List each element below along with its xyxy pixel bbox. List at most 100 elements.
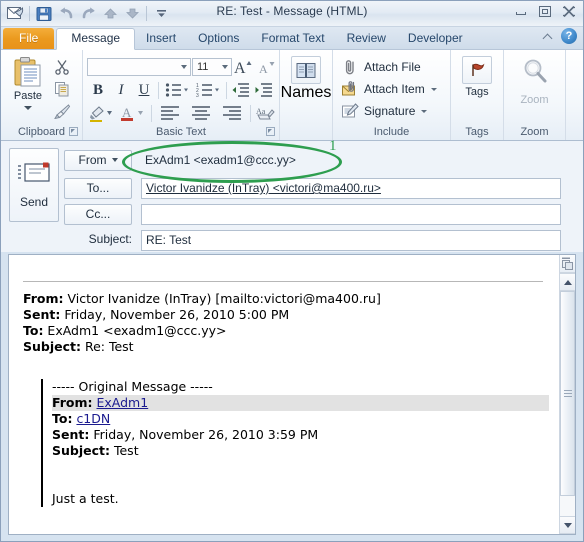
ribbon-group-clipboard: Paste Clipboard <box>1 50 82 140</box>
attach-item-icon <box>341 80 359 98</box>
clipboard-dialog-launcher-icon[interactable] <box>69 127 78 136</box>
signature-label: Signature <box>364 104 416 118</box>
tab-insert[interactable]: Insert <box>135 28 187 49</box>
align-left-button[interactable] <box>155 103 185 123</box>
italic-button[interactable]: I <box>110 80 132 100</box>
align-center-button[interactable] <box>186 103 216 123</box>
attach-item-caret-icon[interactable] <box>430 87 437 91</box>
clipboard-group-label: Clipboard <box>1 125 82 140</box>
quote-from-link[interactable]: ExAdm1 <box>97 395 149 410</box>
quote-to-link[interactable]: c1DN <box>76 411 110 426</box>
message-body-text[interactable]: From: Victor Ivanidze (InTray) [mailto:v… <box>9 255 559 534</box>
cc-button[interactable]: Cc... <box>64 203 132 225</box>
from-button[interactable]: From <box>64 149 132 171</box>
underline-button[interactable]: U <box>133 80 155 100</box>
reply-header-from: From: Victor Ivanidze (InTray) [mailto:v… <box>23 291 549 307</box>
to-row: To... Victor Ivanidze (InTray) <victori@… <box>64 177 561 199</box>
help-icon[interactable]: ? <box>561 28 577 44</box>
include-group-label: Include <box>333 125 450 140</box>
quote-sent-label: Sent: <box>52 427 90 442</box>
from-value[interactable]: ExAdm1 <exadm1@ccc.yy> <box>141 150 561 171</box>
attach-item-button[interactable]: Attach Item <box>337 78 441 100</box>
send-button[interactable]: Send <box>9 148 59 222</box>
zoom-label: Zoom <box>520 94 549 106</box>
format-painter-button[interactable] <box>51 101 73 121</box>
font-name-caret-icon[interactable] <box>181 65 187 69</box>
scroll-up-button[interactable] <box>560 273 575 291</box>
minimize-button[interactable] <box>513 5 529 18</box>
paste-label: Paste <box>13 90 43 102</box>
quote-blank-line-2 <box>52 475 549 491</box>
names-group-label <box>280 125 332 140</box>
names-button[interactable]: Names <box>280 54 332 102</box>
zoom-button[interactable]: Zoom <box>508 54 561 106</box>
from-row: From ExAdm1 <exadm1@ccc.yy> <box>64 149 561 171</box>
reply-header-to-label: To: <box>23 323 44 338</box>
scroll-down-button[interactable] <box>560 516 575 534</box>
svg-text:A: A <box>259 62 268 76</box>
font-name-combo[interactable] <box>87 58 191 76</box>
reply-header-subject-value: Re: Test <box>81 339 134 354</box>
paste-dropdown-caret-icon[interactable] <box>24 106 32 110</box>
clear-formatting-button[interactable]: Aa <box>254 103 276 123</box>
tab-developer[interactable]: Developer <box>397 28 474 49</box>
names-label: Names <box>280 84 332 101</box>
tab-options[interactable]: Options <box>187 28 250 49</box>
copy-button[interactable] <box>51 79 73 99</box>
subject-label: Subject: <box>88 232 132 246</box>
basic-text-sep-3 <box>151 104 152 122</box>
tags-button[interactable]: Tags <box>455 54 499 98</box>
subject-field[interactable]: RE: Test <box>141 229 561 251</box>
to-label: To... <box>86 181 110 195</box>
attach-file-button[interactable]: Attach File <box>337 56 441 78</box>
scissors-icon <box>55 60 69 75</box>
compose-header: Send From ExAdm1 <exadm1@ccc.yy> To... V… <box>1 141 583 252</box>
scroll-up-arrow-icon <box>563 279 572 285</box>
svg-text:3: 3 <box>196 93 199 98</box>
signature-button[interactable]: Signature <box>337 100 441 122</box>
chevron-up-icon[interactable] <box>542 30 554 42</box>
cut-button[interactable] <box>51 57 73 77</box>
address-book-icon <box>291 56 321 84</box>
paperclip-icon <box>341 58 359 76</box>
tab-message[interactable]: Message <box>56 28 136 50</box>
scroll-thumb[interactable] <box>560 291 575 496</box>
bullets-button[interactable] <box>162 80 192 100</box>
tab-file[interactable]: File <box>3 28 55 49</box>
close-button[interactable] <box>561 5 577 18</box>
window-controls <box>513 5 577 18</box>
maximize-button[interactable] <box>537 5 553 18</box>
decrease-indent-button[interactable] <box>230 80 252 100</box>
font-size-combo[interactable]: 11 <box>192 58 232 76</box>
cc-row: Cc... <box>64 203 561 225</box>
signature-caret-icon[interactable] <box>421 109 428 113</box>
basic-text-sep-1 <box>158 81 159 99</box>
from-caret-icon[interactable] <box>111 158 118 162</box>
paste-button[interactable]: Paste <box>5 54 51 110</box>
tab-format-text[interactable]: Format Text <box>250 28 335 49</box>
message-body-area: From: Victor Ivanidze (InTray) [mailto:v… <box>8 254 576 535</box>
tab-review[interactable]: Review <box>336 28 397 49</box>
basic-text-dialog-launcher-icon[interactable] <box>266 127 275 136</box>
shrink-font-button[interactable]: A <box>256 57 278 77</box>
to-field[interactable]: Victor Ivanidze (InTray) <victori@ma400.… <box>141 177 561 199</box>
scroll-track[interactable] <box>560 291 575 516</box>
font-size-caret-icon[interactable] <box>222 65 228 69</box>
text-highlight-button[interactable] <box>87 103 117 123</box>
cc-field[interactable] <box>141 203 561 225</box>
bold-button[interactable]: B <box>87 80 109 100</box>
grow-font-button[interactable]: A <box>233 57 255 77</box>
send-label: Send <box>19 195 49 209</box>
increase-indent-button[interactable] <box>253 80 275 100</box>
basic-text-sep-4 <box>250 104 251 122</box>
split-bar-handle[interactable] <box>560 255 575 273</box>
to-button[interactable]: To... <box>64 177 132 199</box>
numbering-button[interactable]: 123 <box>193 80 223 100</box>
basic-text-group-label: Basic Text <box>83 125 279 140</box>
align-right-button[interactable] <box>217 103 247 123</box>
font-color-button[interactable]: A <box>118 103 148 123</box>
subject-value: RE: Test <box>146 233 192 247</box>
basic-text-row-1: 11 A A <box>87 56 278 78</box>
reply-header-sent: Sent: Friday, November 26, 2010 5:00 PM <box>23 307 549 323</box>
body-vertical-scrollbar[interactable] <box>559 255 575 534</box>
